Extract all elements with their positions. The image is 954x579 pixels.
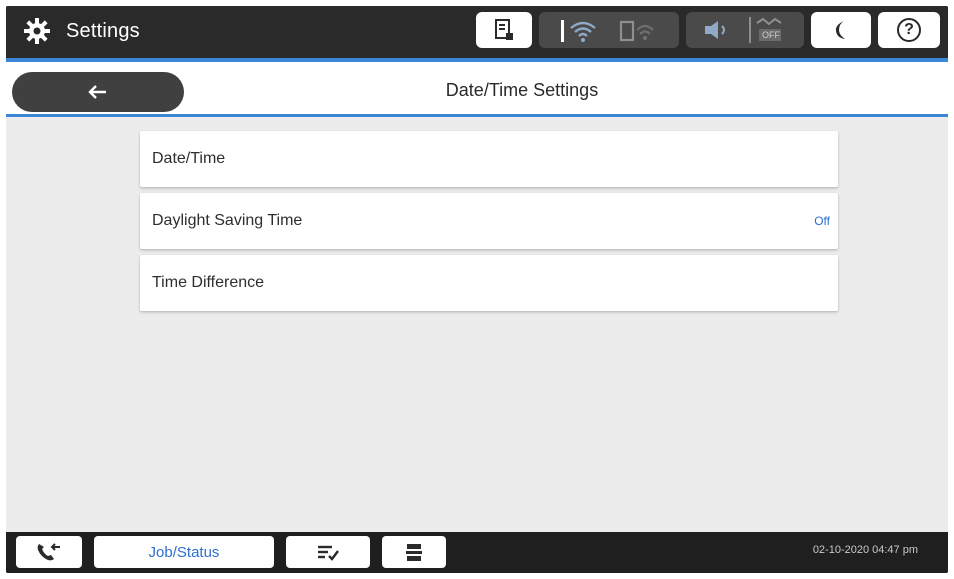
memory-device-button[interactable]: [476, 12, 532, 48]
list-item-label: Time Difference: [152, 274, 265, 291]
phone-redial-icon: [35, 541, 63, 563]
gear-icon: [22, 16, 52, 46]
printer-screen: Settings OFF ? Date/Time Settings Date/T…: [6, 6, 948, 573]
list-item-time-difference[interactable]: Time Difference: [140, 255, 838, 311]
bottom-bar: Job/Status 02-10-2020 04:47 pm: [6, 532, 948, 573]
wifi-icon: [559, 16, 601, 44]
fax-send-button[interactable]: [286, 536, 370, 568]
job-status-label: Job/Status: [148, 543, 220, 561]
sleep-moon-icon: [832, 19, 850, 41]
app-title: Settings: [66, 20, 140, 42]
help-button[interactable]: ?: [878, 12, 940, 48]
sleep-button[interactable]: [811, 12, 871, 48]
wifi-direct-icon: [617, 16, 659, 44]
page-title: Date/Time Settings: [445, 80, 599, 100]
network-status-button[interactable]: [539, 12, 679, 48]
eco-mode-off-icon: OFF: [749, 15, 789, 45]
clock-display: 02-10-2020 04:47 pm: [812, 544, 918, 556]
memory-device-icon: [493, 18, 515, 42]
status-bar: Settings OFF ?: [6, 6, 948, 58]
sound-eco-button[interactable]: OFF: [686, 12, 804, 48]
list-item-label: Daylight Saving Time: [152, 212, 303, 229]
list-item-label: Date/Time: [152, 150, 226, 167]
job-status-button[interactable]: Job/Status: [94, 536, 274, 568]
help-icon: ?: [896, 17, 922, 43]
page-header: Date/Time Settings: [6, 62, 948, 116]
fax-receive-button[interactable]: [382, 536, 446, 568]
fax-send-icon: [315, 541, 341, 563]
eco-off-label: OFF: [762, 30, 780, 40]
list-item-daylight-saving-time[interactable]: Daylight Saving Time Off: [140, 193, 838, 249]
settings-list-area: Date/Time Daylight Saving Time Off Time …: [6, 117, 948, 532]
back-arrow-icon: [87, 83, 109, 101]
list-item-date-time[interactable]: Date/Time: [140, 131, 838, 187]
list-item-value: Off: [814, 214, 830, 228]
fax-receive-icon: [403, 541, 425, 563]
help-glyph: ?: [904, 21, 914, 38]
back-button[interactable]: [12, 72, 184, 112]
phone-redial-button[interactable]: [16, 536, 82, 568]
sound-icon: [701, 18, 735, 42]
